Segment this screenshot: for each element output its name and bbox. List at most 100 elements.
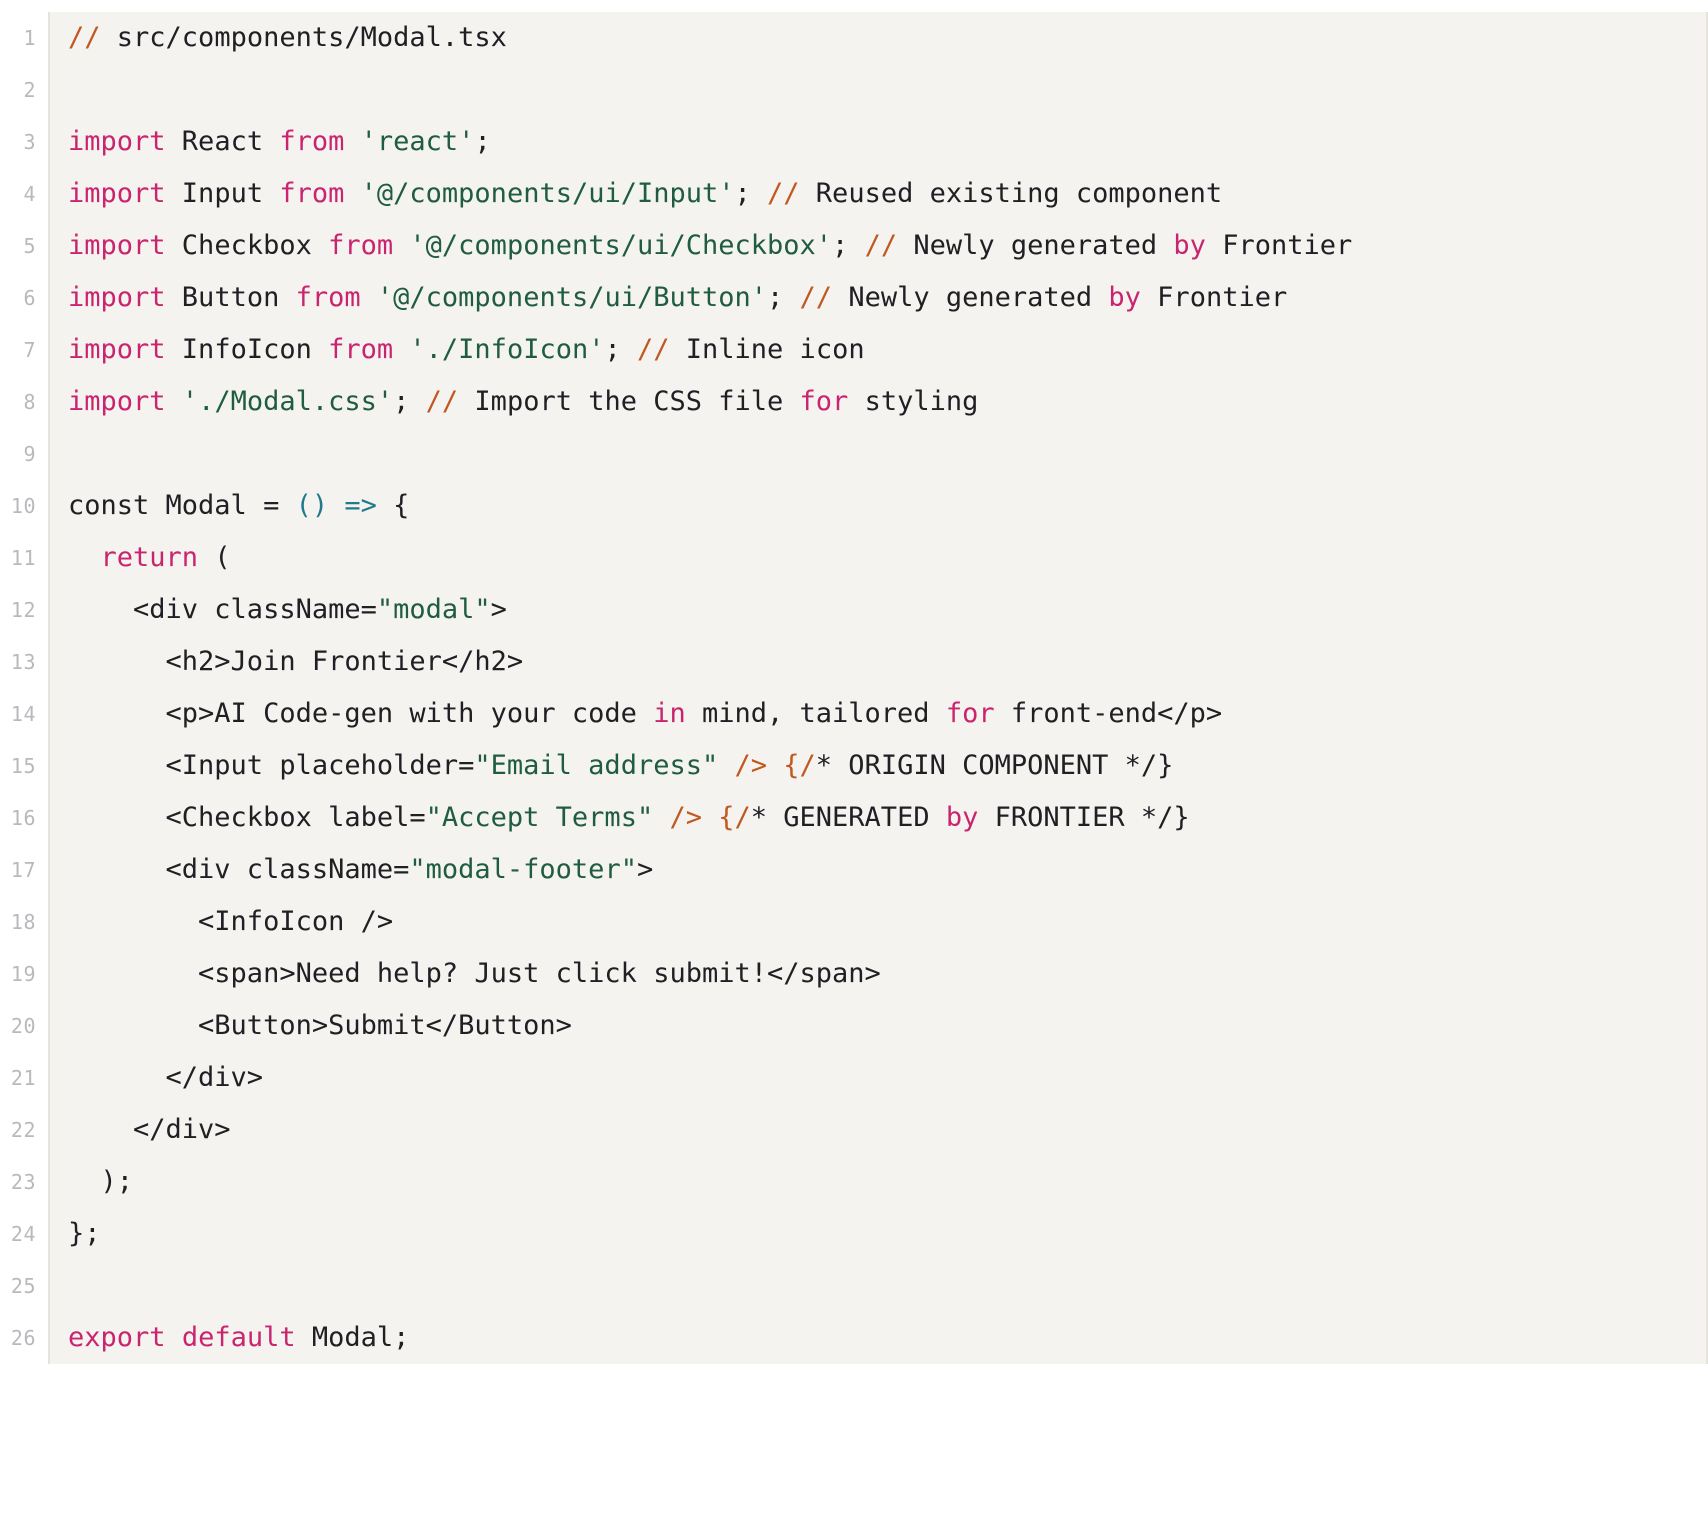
- line-number: 26: [10, 1326, 36, 1350]
- line-number: 1: [23, 26, 36, 50]
- code-token-txt: Newly generated: [832, 282, 1109, 313]
- code-token-kw: default: [181, 1322, 296, 1353]
- code-token-txt: <Checkbox label=: [68, 802, 426, 833]
- code-token-txt: >: [490, 594, 507, 625]
- code-line[interactable]: </div>: [68, 1052, 1706, 1104]
- code-token-kw: from: [328, 230, 394, 261]
- code-area[interactable]: // src/components/Modal.tsx import React…: [48, 12, 1708, 1364]
- code-line[interactable]: <Input placeholder="Email address" /> {/…: [68, 740, 1706, 792]
- code-token-txt: ;: [604, 334, 637, 365]
- code-token-str: '@/components/ui/Checkbox': [409, 230, 833, 261]
- code-token-txt: ;: [393, 386, 426, 417]
- line-number-gutter: 1 2 3 4 5 6 7 8 9 10 11 12 13 14 15 16 17 18 19 20 21 22 23 24 2…: [0, 12, 48, 1364]
- code-token-kw: from: [295, 282, 361, 313]
- code-token-txt: <p>AI Code-gen with your code: [68, 698, 654, 729]
- code-line[interactable]: };: [68, 1208, 1706, 1260]
- code-token-com: //: [864, 230, 898, 261]
- line-number: 9: [23, 442, 36, 466]
- code-token-txt: Inline icon: [669, 334, 865, 365]
- line-number: 14: [10, 702, 36, 726]
- code-line[interactable]: import Checkbox from '@/components/ui/Ch…: [68, 220, 1706, 272]
- code-line[interactable]: [68, 64, 1706, 116]
- code-line[interactable]: <InfoIcon />: [68, 896, 1706, 948]
- code-token-punc: (): [295, 490, 329, 521]
- code-token-txt: Checkbox: [165, 230, 329, 261]
- code-block: 1 2 3 4 5 6 7 8 9 10 11 12 13 14 15 16 17 18 19 20 21 22 23 24 2…: [0, 12, 1708, 1364]
- code-line[interactable]: <Button>Submit</Button>: [68, 1000, 1706, 1052]
- code-token-com: {/: [783, 750, 816, 781]
- code-token-com: />: [669, 802, 702, 833]
- code-line[interactable]: <div className="modal">: [68, 584, 1706, 636]
- code-token-kw: import: [68, 178, 166, 209]
- code-line[interactable]: import React from 'react';: [68, 116, 1706, 168]
- code-line[interactable]: [68, 1260, 1706, 1312]
- line-number: 3: [23, 130, 36, 154]
- code-line[interactable]: export default Modal;: [68, 1312, 1706, 1364]
- code-token-com: {/: [718, 802, 751, 833]
- code-line[interactable]: // src/components/Modal.tsx: [68, 12, 1706, 64]
- code-token-txt: <h2>Join Frontier</h2>: [68, 646, 524, 677]
- code-token-txt: Modal;: [295, 1322, 410, 1353]
- code-token-kw: from: [279, 178, 345, 209]
- code-line[interactable]: <Checkbox label="Accept Terms" /> {/* GE…: [68, 792, 1706, 844]
- code-token-txt: <div className=: [68, 594, 377, 625]
- line-number: 4: [23, 182, 36, 206]
- code-line[interactable]: <span>Need help? Just click submit!</spa…: [68, 948, 1706, 1000]
- code-token-txt: FRONTIER */}: [978, 802, 1190, 833]
- code-token-kw: by: [1108, 282, 1141, 313]
- code-token-kw: import: [68, 386, 166, 417]
- code-token-txt: * GENERATED: [750, 802, 946, 833]
- code-token-txt: ;: [832, 230, 865, 261]
- code-token-kw: import: [68, 126, 166, 157]
- line-number: 13: [10, 650, 36, 674]
- code-token-txt: </div>: [68, 1114, 231, 1145]
- line-number: 21: [10, 1066, 36, 1090]
- code-token-str: "modal-footer": [409, 854, 637, 885]
- code-token-str: './InfoIcon': [409, 334, 605, 365]
- code-token-txt: Button: [165, 282, 296, 313]
- code-token-kw: in: [653, 698, 686, 729]
- code-token-str: "Email address": [474, 750, 719, 781]
- code-line[interactable]: return (: [68, 532, 1706, 584]
- line-number: 11: [10, 546, 36, 570]
- code-line[interactable]: import Input from '@/components/ui/Input…: [68, 168, 1706, 220]
- code-token-txt: <div className=: [68, 854, 410, 885]
- code-line[interactable]: import InfoIcon from './InfoIcon'; // In…: [68, 324, 1706, 376]
- code-line[interactable]: <p>AI Code-gen with your code in mind, t…: [68, 688, 1706, 740]
- code-token-txt: };: [68, 1218, 101, 1249]
- code-line[interactable]: );: [68, 1156, 1706, 1208]
- code-token-txt: <Input placeholder=: [68, 750, 475, 781]
- line-number: 5: [23, 234, 36, 258]
- code-line[interactable]: import Button from '@/components/ui/Butt…: [68, 272, 1706, 324]
- code-token-txt: <Button>Submit</Button>: [68, 1010, 572, 1041]
- code-token-txt: Import the CSS file: [458, 386, 800, 417]
- code-token-txt: <span>Need help? Just click submit!</spa…: [68, 958, 881, 989]
- code-token-com: //: [425, 386, 459, 417]
- code-line[interactable]: [68, 428, 1706, 480]
- code-line[interactable]: <div className="modal-footer">: [68, 844, 1706, 896]
- code-line[interactable]: import './Modal.css'; // Import the CSS …: [68, 376, 1706, 428]
- code-token-kw: from: [328, 334, 394, 365]
- line-number: 25: [10, 1274, 36, 1298]
- code-line[interactable]: <h2>Join Frontier</h2>: [68, 636, 1706, 688]
- code-token-txt: InfoIcon: [165, 334, 329, 365]
- code-token-txt: src/components/Modal.tsx: [116, 22, 507, 53]
- line-number: 16: [10, 806, 36, 830]
- code-token-txt: >: [636, 854, 654, 885]
- code-token-txt: styling: [848, 386, 979, 417]
- line-number: 15: [10, 754, 36, 778]
- code-line[interactable]: const Modal = () => {: [68, 480, 1706, 532]
- code-token-com: //: [68, 22, 117, 53]
- code-token-kw: for: [799, 386, 849, 417]
- code-token-txt: Frontier: [1205, 230, 1353, 261]
- line-number: 7: [23, 338, 36, 362]
- code-line[interactable]: </div>: [68, 1104, 1706, 1156]
- line-number: 10: [10, 494, 36, 518]
